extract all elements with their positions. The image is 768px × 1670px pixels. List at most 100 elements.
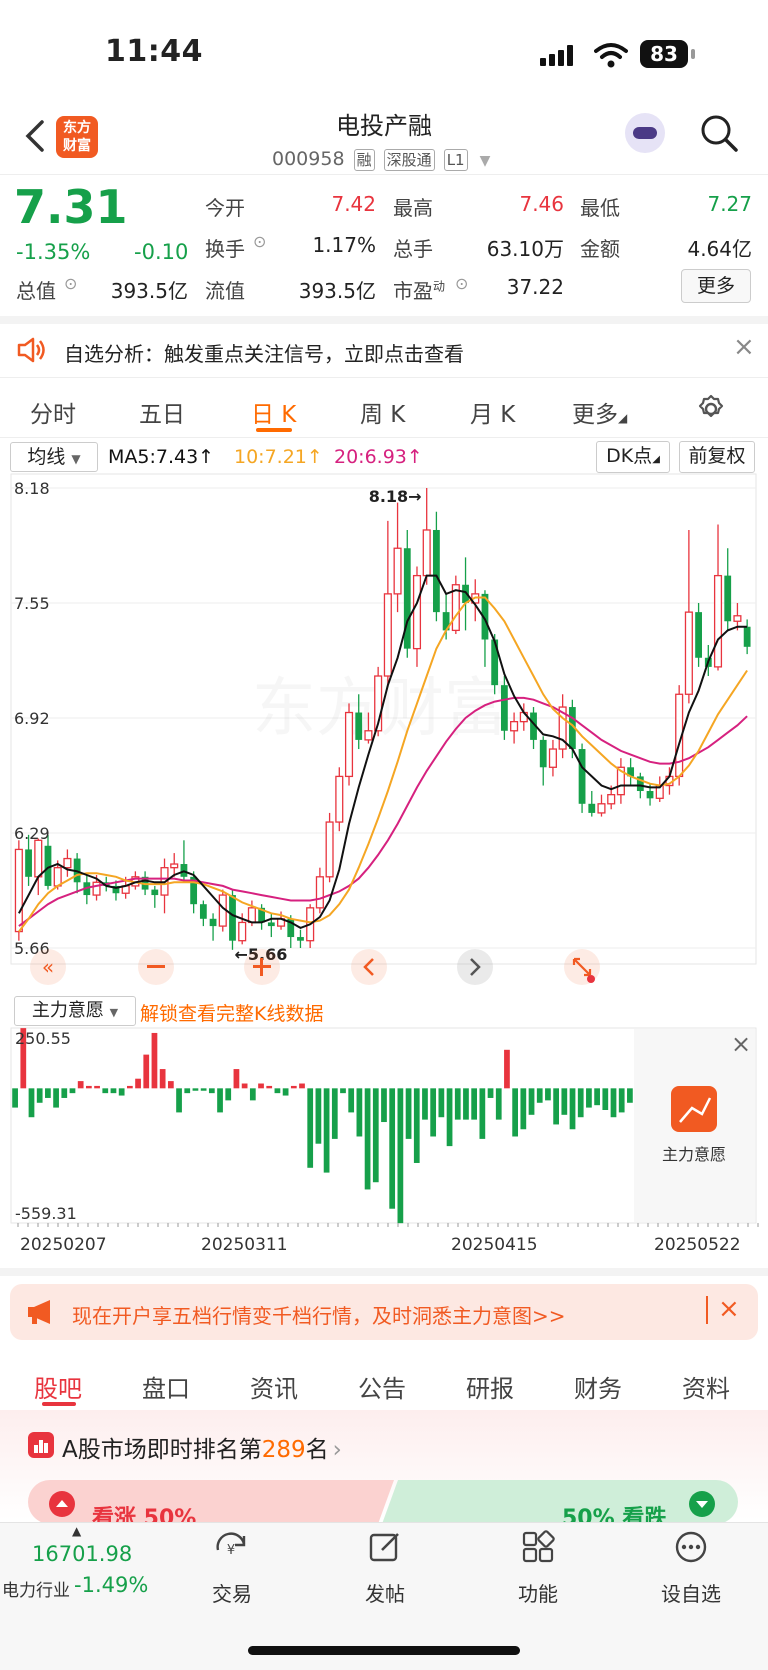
tab-news[interactable]: 资讯 [250,1369,298,1404]
change-percent: -1.35% [16,240,91,264]
label-low: 最低 [580,196,620,220]
indicator-selector[interactable]: 均线 ▼ [10,442,98,472]
tab-forum[interactable]: 股吧 [34,1369,82,1404]
candle [14,848,23,933]
signal-icon [540,45,573,66]
tab-research[interactable]: 研报 [466,1369,514,1404]
sector-index-value[interactable]: 16701.98 [32,1542,132,1566]
side-label: 主力意愿 [662,1145,726,1164]
y-tick-label: 7.55 [14,594,50,613]
main-force-bar [274,1088,281,1094]
value-turnover: 1.17% [312,233,376,257]
main-force-bar [53,1088,59,1108]
ma20-readout: 20:6.93↑ [334,446,423,468]
settings-gear-icon[interactable] [696,394,726,424]
main-force-bar [45,1088,51,1098]
candle [646,791,654,799]
nav-post[interactable]: 发帖 [340,1578,430,1607]
main-force-bar [495,1088,502,1120]
info-icon[interactable]: ⊙ [455,274,468,293]
promo-text[interactable]: 现在开户享五档行情变千档行情，及时洞悉主力意图>> [72,1300,566,1329]
zoom-out-button[interactable] [138,949,174,985]
kline-chart[interactable]: 东方财富 8.187.556.926.295.66 8.18→ ←5.66 « [0,470,768,998]
main-force-bar [266,1085,273,1089]
candle [607,794,616,805]
main-force-bar [176,1088,182,1113]
main-force-bar [241,1083,248,1089]
sector-change[interactable]: -1.49% [74,1573,148,1597]
candle [247,907,256,924]
scroll-left-button[interactable] [351,949,387,985]
candle [733,615,742,622]
sub-indicator-selector[interactable]: 主力意愿 ▼ [14,996,136,1026]
unlock-kline-link[interactable]: 解锁查看完整K线数据 [140,999,323,1026]
main-force-bar [135,1078,141,1089]
main-force-bar [446,1088,453,1147]
notice-text[interactable]: 自选分析：触发重点关注信号，立即点击查看 [64,338,464,367]
minus-icon [147,965,165,968]
tab-profile[interactable]: 资料 [682,1369,730,1404]
info-icon[interactable]: ⊙ [64,274,77,293]
tab-orderbook[interactable]: 盘口 [142,1369,190,1404]
scroll-left-fast-button[interactable]: « [30,949,66,985]
label-open: 今开 [205,196,245,220]
ai-assistant-icon[interactable] [625,113,665,153]
value-high: 7.46 [519,192,564,216]
candle [588,803,596,813]
tab-financials[interactable]: 财务 [574,1369,622,1404]
main-force-bar [249,1088,256,1101]
tab-five-day[interactable]: 五日 [139,395,185,429]
nav-add-watchlist[interactable]: 设自选 [646,1578,736,1607]
close-icon[interactable]: × [733,332,755,362]
caret-icon: ◢ [618,411,628,425]
value-market-cap: 393.5亿 [110,279,188,303]
tab-intraday[interactable]: 分时 [30,395,76,429]
main-force-bar [184,1088,191,1094]
candle [713,574,723,668]
main-force-bar [430,1088,437,1137]
search-icon[interactable] [700,114,738,152]
main-force-bar [102,1088,109,1094]
zoom-in-button[interactable] [244,949,280,985]
tab-announcements[interactable]: 公告 [358,1369,406,1404]
nav-functions[interactable]: 功能 [493,1578,583,1607]
trade-icon: ¥ [216,1532,246,1558]
more-quote-button[interactable]: 更多 [681,269,751,303]
close-icon[interactable]: × [731,1030,751,1058]
main-force-bar [356,1088,363,1137]
fullscreen-button[interactable] [564,949,600,985]
main-force-bar [397,1088,404,1224]
close-icon[interactable]: × [718,1294,740,1324]
main-force-bar [627,1088,633,1103]
main-force-bar [504,1049,510,1089]
tab-weekly-k[interactable]: 周 K [360,395,405,429]
dk-point-button[interactable]: DK点◢ [596,441,670,473]
candle [422,529,431,577]
x-tick-label: 20250522 [654,1235,741,1255]
active-tab-indicator [256,428,292,432]
sector-name[interactable]: 电力行业 [2,1576,70,1601]
main-force-bar [471,1088,478,1120]
main-force-bar [602,1088,609,1110]
scroll-right-button[interactable] [457,949,493,985]
market-rank[interactable]: A股市场即时排名第289名 › [62,1430,342,1464]
main-force-bar [126,1085,133,1089]
nav-trade[interactable]: 交易 [187,1578,277,1607]
adjust-button[interactable]: 前复权 [679,441,755,473]
divider [706,1296,708,1324]
candle [393,547,402,595]
info-icon[interactable]: ⊙ [253,232,266,251]
main-force-bar [143,1054,150,1089]
candle [63,857,72,869]
tab-more[interactable]: 更多◢ [572,395,627,429]
tab-monthly-k[interactable]: 月 K [470,395,515,429]
main-force-bar [553,1088,559,1125]
main-force-bar [487,1088,494,1098]
tag-margin: 融 [353,149,375,171]
main-force-chart[interactable]: 250.55 -559.31 20250207 20250311 20250415 2… [0,1026,768,1258]
main-force-bar [118,1088,125,1096]
main-force-bar [577,1088,584,1118]
candle [25,849,32,877]
tab-daily-k[interactable]: 日 K [251,395,296,429]
caret-down-icon[interactable]: ▼ [480,153,491,169]
